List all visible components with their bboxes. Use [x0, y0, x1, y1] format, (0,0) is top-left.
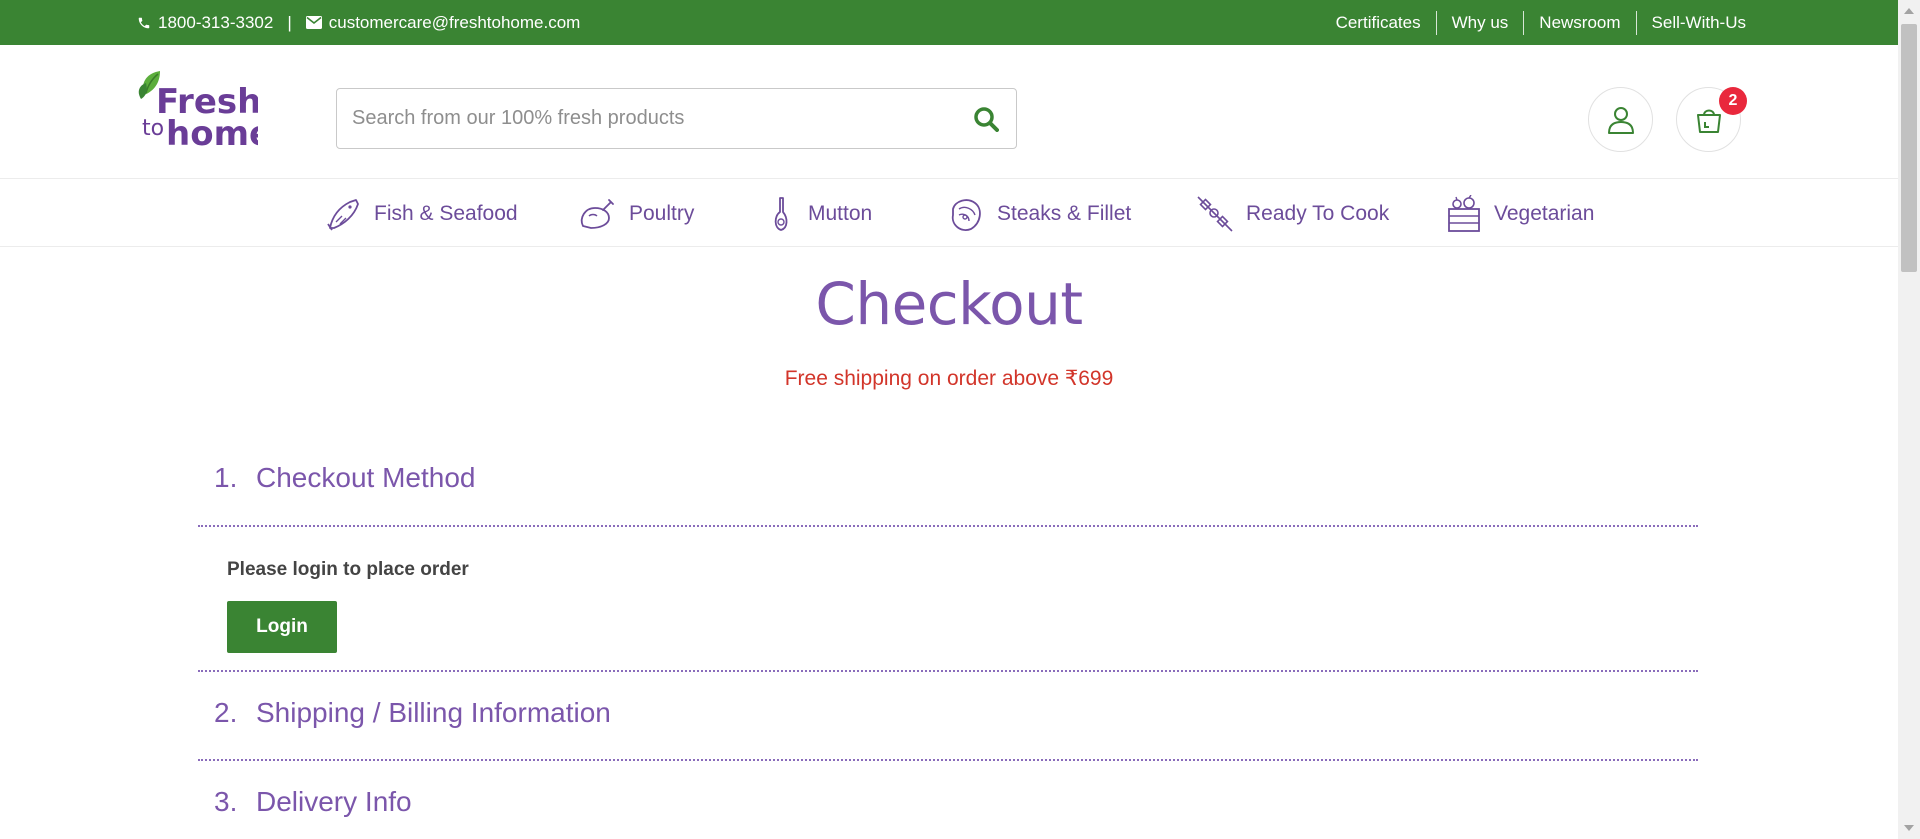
- link-why-us[interactable]: Why us: [1435, 10, 1524, 35]
- cart-button[interactable]: 2: [1676, 87, 1747, 152]
- free-shipping-notice: Free shipping on order above ₹699: [784, 367, 1114, 390]
- step-checkout-method[interactable]: 1. Checkout Method: [214, 462, 475, 494]
- category-label: Ready To Cook: [1246, 202, 1390, 225]
- phone-contact[interactable]: 1800-313-3302: [137, 13, 273, 33]
- contact-separator: |: [287, 12, 292, 32]
- step-shipping-billing[interactable]: 2. Shipping / Billing Information: [214, 697, 611, 729]
- account-button[interactable]: [1588, 87, 1653, 152]
- step-label: Checkout Method: [256, 462, 476, 493]
- shopping-bag-icon: [1696, 109, 1721, 133]
- category-label: Steaks & Fillet: [997, 202, 1132, 225]
- link-certificates[interactable]: Certificates: [1321, 11, 1436, 35]
- step-delivery-info[interactable]: 3. Delivery Info: [214, 786, 412, 818]
- section-divider: [198, 670, 1698, 672]
- top-bar: 1800-313-3302 | customercare@freshtohome…: [0, 0, 1898, 45]
- link-sell-with-us[interactable]: Sell-With-Us: [1635, 10, 1746, 35]
- scroll-down-arrow-icon[interactable]: [1904, 825, 1914, 831]
- scroll-up-arrow-icon[interactable]: [1904, 8, 1914, 14]
- step-number: 1.: [214, 462, 238, 493]
- email-contact[interactable]: customercare@freshtohome.com: [305, 12, 581, 33]
- cart-count-badge: 2: [1719, 87, 1747, 115]
- fish-icon: [327, 199, 359, 231]
- category-label: Mutton: [808, 202, 873, 225]
- category-vegetarian[interactable]: Vegetarian: [1446, 192, 1594, 236]
- search-input[interactable]: [352, 107, 956, 130]
- page-title: Checkout: [815, 270, 1083, 338]
- phone-icon: [138, 17, 150, 28]
- category-nav: Fish & Seafood Poultry Mutton Steaks & F…: [0, 180, 1898, 247]
- search-bar: [336, 88, 1017, 149]
- vegetable-basket-icon: [1448, 195, 1480, 232]
- step-number: 3.: [214, 786, 238, 817]
- svg-text:to: to: [142, 116, 164, 141]
- search-icon: [974, 106, 999, 132]
- step-label: Delivery Info: [256, 786, 412, 817]
- category-ready-to-cook[interactable]: Ready To Cook: [1196, 192, 1389, 236]
- contact-info: 1800-313-3302 | customercare@freshtohome…: [137, 13, 580, 33]
- category-label: Poultry: [629, 202, 695, 225]
- chicken-icon: [580, 199, 614, 229]
- step-label: Shipping / Billing Information: [256, 697, 611, 728]
- section-divider: [198, 759, 1698, 761]
- mutton-icon: [774, 197, 788, 231]
- category-poultry[interactable]: Poultry: [577, 192, 694, 236]
- link-newsroom[interactable]: Newsroom: [1523, 10, 1635, 35]
- step-number: 2.: [214, 697, 238, 728]
- category-steaks-fillet[interactable]: Steaks & Fillet: [947, 192, 1131, 236]
- phone-number: 1800-313-3302: [158, 12, 274, 32]
- category-label: Fish & Seafood: [374, 202, 518, 225]
- vertical-scrollbar[interactable]: [1898, 0, 1920, 839]
- category-fish-seafood[interactable]: Fish & Seafood: [326, 192, 518, 236]
- category-mutton[interactable]: Mutton: [766, 192, 872, 236]
- envelope-icon: [305, 16, 322, 29]
- login-message: Please login to place order: [227, 559, 469, 580]
- top-links: Certificates Why us Newsroom Sell-With-U…: [1321, 10, 1746, 35]
- login-button[interactable]: Login: [227, 601, 337, 653]
- section-divider: [198, 525, 1698, 527]
- search-button[interactable]: [956, 89, 1016, 148]
- user-icon: [1607, 106, 1634, 134]
- skewer-icon: [1197, 196, 1233, 232]
- fresh-to-home-logo[interactable]: Fresh to home: [138, 69, 258, 151]
- email-address: customercare@freshtohome.com: [328, 12, 581, 32]
- site-header: Fresh to home 2: [0, 45, 1898, 179]
- scrollbar-thumb[interactable]: [1901, 24, 1917, 272]
- steak-icon: [951, 199, 981, 231]
- category-label: Vegetarian: [1494, 202, 1595, 225]
- svg-text:home: home: [166, 114, 258, 151]
